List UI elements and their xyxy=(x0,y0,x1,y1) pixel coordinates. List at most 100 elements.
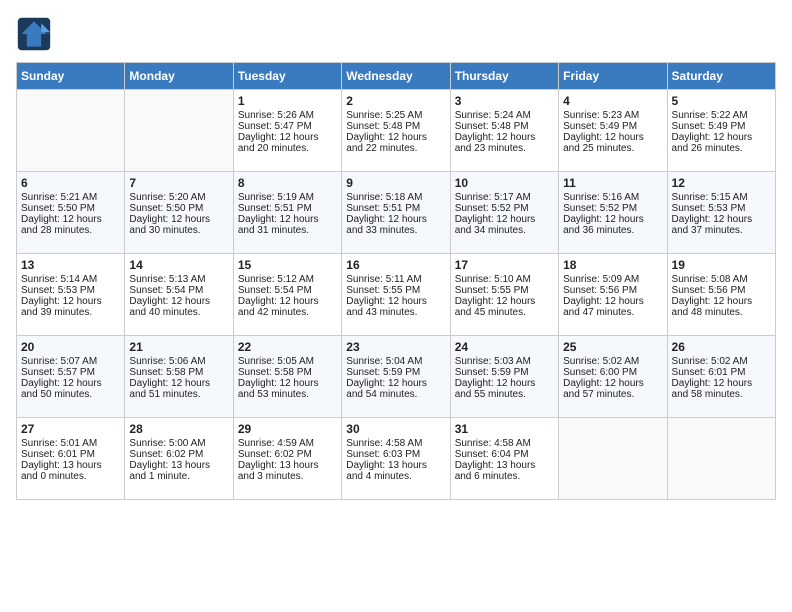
calendar-cell: 17Sunrise: 5:10 AMSunset: 5:55 PMDayligh… xyxy=(450,254,558,336)
cell-info: Sunset: 5:59 PM xyxy=(455,367,554,378)
day-number: 10 xyxy=(455,176,554,190)
day-number: 31 xyxy=(455,422,554,436)
cell-info: Sunset: 5:50 PM xyxy=(129,203,228,214)
cell-info: Sunset: 5:48 PM xyxy=(455,121,554,132)
calendar-cell: 16Sunrise: 5:11 AMSunset: 5:55 PMDayligh… xyxy=(342,254,450,336)
cell-info: Sunrise: 5:12 AM xyxy=(238,274,337,285)
calendar-week-5: 27Sunrise: 5:01 AMSunset: 6:01 PMDayligh… xyxy=(17,418,776,500)
cell-info: Sunrise: 5:00 AM xyxy=(129,438,228,449)
calendar-cell: 4 Sunrise: 5:23 AMSunset: 5:49 PMDaylight… xyxy=(559,90,667,172)
calendar-cell: 14Sunrise: 5:13 AMSunset: 5:54 PMDayligh… xyxy=(125,254,233,336)
day-number: 30 xyxy=(346,422,445,436)
logo-icon xyxy=(16,16,52,52)
day-number: 29 xyxy=(238,422,337,436)
calendar-cell: 30Sunrise: 4:58 AMSunset: 6:03 PMDayligh… xyxy=(342,418,450,500)
cell-info: Sunrise: 5:17 AM xyxy=(455,192,554,203)
column-header-thursday: Thursday xyxy=(450,63,558,90)
day-number: 20 xyxy=(21,340,120,354)
cell-info: Sunset: 5:49 PM xyxy=(672,121,771,132)
cell-info: Daylight: 12 hours and 25 minutes. xyxy=(563,132,662,154)
cell-info: Sunrise: 5:23 AM xyxy=(563,110,662,121)
cell-info: Daylight: 12 hours and 51 minutes. xyxy=(129,378,228,400)
cell-info: Daylight: 13 hours and 1 minute. xyxy=(129,460,228,482)
cell-info: Daylight: 13 hours and 4 minutes. xyxy=(346,460,445,482)
cell-info: Sunrise: 5:19 AM xyxy=(238,192,337,203)
cell-info: Daylight: 12 hours and 45 minutes. xyxy=(455,296,554,318)
column-header-monday: Monday xyxy=(125,63,233,90)
cell-info: Sunset: 6:03 PM xyxy=(346,449,445,460)
cell-info: Daylight: 12 hours and 43 minutes. xyxy=(346,296,445,318)
cell-info: Daylight: 12 hours and 36 minutes. xyxy=(563,214,662,236)
cell-info: Sunrise: 5:22 AM xyxy=(672,110,771,121)
day-number: 11 xyxy=(563,176,662,190)
cell-info: Sunset: 5:51 PM xyxy=(238,203,337,214)
cell-info: Sunset: 5:55 PM xyxy=(346,285,445,296)
calendar-cell: 21Sunrise: 5:06 AMSunset: 5:58 PMDayligh… xyxy=(125,336,233,418)
cell-info: Sunset: 5:53 PM xyxy=(672,203,771,214)
calendar-cell: 11 Sunrise: 5:16 AMSunset: 5:52 PMDayligh… xyxy=(559,172,667,254)
calendar-cell: 7 Sunrise: 5:20 AMSunset: 5:50 PMDaylight… xyxy=(125,172,233,254)
calendar-cell: 8Sunrise: 5:19 AMSunset: 5:51 PMDaylight… xyxy=(233,172,341,254)
cell-info: Sunset: 5:54 PM xyxy=(238,285,337,296)
cell-info: Daylight: 12 hours and 30 minutes. xyxy=(129,214,228,236)
day-number: 4 xyxy=(563,94,662,108)
cell-info: Daylight: 12 hours and 54 minutes. xyxy=(346,378,445,400)
cell-info: Daylight: 12 hours and 39 minutes. xyxy=(21,296,120,318)
cell-info: Sunset: 5:53 PM xyxy=(21,285,120,296)
cell-info: Daylight: 12 hours and 47 minutes. xyxy=(563,296,662,318)
cell-info: Sunrise: 5:26 AM xyxy=(238,110,337,121)
cell-info: Sunset: 6:02 PM xyxy=(238,449,337,460)
cell-info: Sunset: 5:49 PM xyxy=(563,121,662,132)
column-header-friday: Friday xyxy=(559,63,667,90)
calendar-week-3: 13Sunrise: 5:14 AMSunset: 5:53 PMDayligh… xyxy=(17,254,776,336)
cell-info: Sunrise: 5:20 AM xyxy=(129,192,228,203)
cell-info: Sunrise: 4:58 AM xyxy=(455,438,554,449)
cell-info: Sunrise: 5:08 AM xyxy=(672,274,771,285)
column-header-wednesday: Wednesday xyxy=(342,63,450,90)
calendar-cell xyxy=(559,418,667,500)
cell-info: Sunrise: 5:11 AM xyxy=(346,274,445,285)
cell-info: Daylight: 12 hours and 50 minutes. xyxy=(21,378,120,400)
cell-info: Sunrise: 5:05 AM xyxy=(238,356,337,367)
cell-info: Sunset: 6:00 PM xyxy=(563,367,662,378)
cell-info: Sunrise: 5:09 AM xyxy=(563,274,662,285)
calendar-cell: 3Sunrise: 5:24 AMSunset: 5:48 PMDaylight… xyxy=(450,90,558,172)
cell-info: Sunset: 6:01 PM xyxy=(21,449,120,460)
calendar-cell: 26Sunrise: 5:02 AMSunset: 6:01 PMDayligh… xyxy=(667,336,775,418)
cell-info: Sunset: 5:52 PM xyxy=(563,203,662,214)
cell-info: Daylight: 12 hours and 22 minutes. xyxy=(346,132,445,154)
day-number: 1 xyxy=(238,94,337,108)
calendar-cell: 12Sunrise: 5:15 AMSunset: 5:53 PMDayligh… xyxy=(667,172,775,254)
cell-info: Daylight: 12 hours and 55 minutes. xyxy=(455,378,554,400)
day-number: 25 xyxy=(563,340,662,354)
calendar-week-4: 20Sunrise: 5:07 AMSunset: 5:57 PMDayligh… xyxy=(17,336,776,418)
day-number: 6 xyxy=(21,176,120,190)
cell-info: Sunrise: 5:16 AM xyxy=(563,192,662,203)
cell-info: Sunset: 6:04 PM xyxy=(455,449,554,460)
cell-info: Daylight: 12 hours and 33 minutes. xyxy=(346,214,445,236)
logo xyxy=(16,16,56,52)
column-header-saturday: Saturday xyxy=(667,63,775,90)
calendar-cell xyxy=(17,90,125,172)
cell-info: Daylight: 12 hours and 58 minutes. xyxy=(672,378,771,400)
cell-info: Sunset: 5:56 PM xyxy=(672,285,771,296)
cell-info: Sunset: 5:58 PM xyxy=(129,367,228,378)
cell-info: Sunset: 5:56 PM xyxy=(563,285,662,296)
cell-info: Sunrise: 5:18 AM xyxy=(346,192,445,203)
calendar-cell: 31Sunrise: 4:58 AMSunset: 6:04 PMDayligh… xyxy=(450,418,558,500)
calendar-table: SundayMondayTuesdayWednesdayThursdayFrid… xyxy=(16,62,776,500)
calendar-cell: 29Sunrise: 4:59 AMSunset: 6:02 PMDayligh… xyxy=(233,418,341,500)
day-number: 17 xyxy=(455,258,554,272)
calendar-week-2: 6Sunrise: 5:21 AMSunset: 5:50 PMDaylight… xyxy=(17,172,776,254)
day-number: 7 xyxy=(129,176,228,190)
cell-info: Sunrise: 5:02 AM xyxy=(563,356,662,367)
calendar-week-1: 1Sunrise: 5:26 AMSunset: 5:47 PMDaylight… xyxy=(17,90,776,172)
day-number: 28 xyxy=(129,422,228,436)
cell-info: Sunset: 5:51 PM xyxy=(346,203,445,214)
day-number: 12 xyxy=(672,176,771,190)
page-header xyxy=(16,16,776,52)
cell-info: Daylight: 12 hours and 37 minutes. xyxy=(672,214,771,236)
calendar-cell: 5Sunrise: 5:22 AMSunset: 5:49 PMDaylight… xyxy=(667,90,775,172)
cell-info: Daylight: 13 hours and 3 minutes. xyxy=(238,460,337,482)
column-header-tuesday: Tuesday xyxy=(233,63,341,90)
